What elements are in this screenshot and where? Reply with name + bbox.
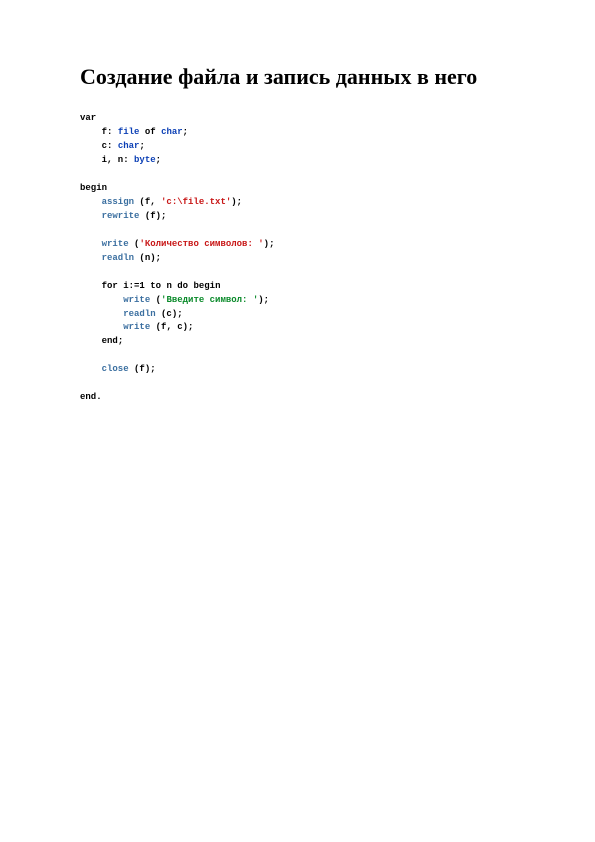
type-file: file [118,127,140,137]
keyword-end-final: end [80,392,96,402]
colon: : [107,127,118,137]
call-write: write [123,322,150,332]
call-close: close [102,364,129,374]
string-path: 'c:\file.txt' [161,197,231,207]
call-readln: readln [102,253,134,263]
paren-close: ); [258,295,269,305]
keyword-begin: begin [80,183,107,193]
args: (f); [145,211,167,221]
type-char: char [161,127,183,137]
semicolon: ; [118,336,123,346]
string-prompt2: 'Введите символ: ' [161,295,258,305]
call-readln: readln [123,309,155,319]
ident-in: i, n [102,155,124,165]
call-write: write [102,239,129,249]
keyword-of: of [145,127,156,137]
args: (f, c); [156,322,194,332]
keyword-var: var [80,113,96,123]
keyword-to: to [150,281,161,291]
paren-close: ); [264,239,275,249]
keyword-begin-inner: begin [193,281,220,291]
colon: : [123,155,134,165]
call-rewrite: rewrite [102,211,140,221]
args: (c); [161,309,183,319]
page-title: Создание файла и запись данных в него [80,64,539,90]
period: . [96,392,101,402]
keyword-do: do [177,281,188,291]
type-char: char [118,141,140,151]
keyword-end: end [102,336,118,346]
string-prompt1: 'Количество символов: ' [139,239,263,249]
keyword-for: for [102,281,118,291]
for-to: n [166,281,171,291]
code-block: var f: file of char; c: char; i, n: byte… [80,112,539,405]
args: (f, [139,197,161,207]
args: (f); [134,364,156,374]
semicolon: ; [183,127,188,137]
for-expr: i:=1 [123,281,145,291]
args: (n); [139,253,161,263]
call-assign: assign [102,197,134,207]
colon: : [107,141,118,151]
semicolon: ; [156,155,161,165]
call-write: write [123,295,150,305]
args-close: ); [231,197,242,207]
semicolon: ; [139,141,144,151]
page: Создание файла и запись данных в него va… [0,0,595,842]
type-byte: byte [134,155,156,165]
